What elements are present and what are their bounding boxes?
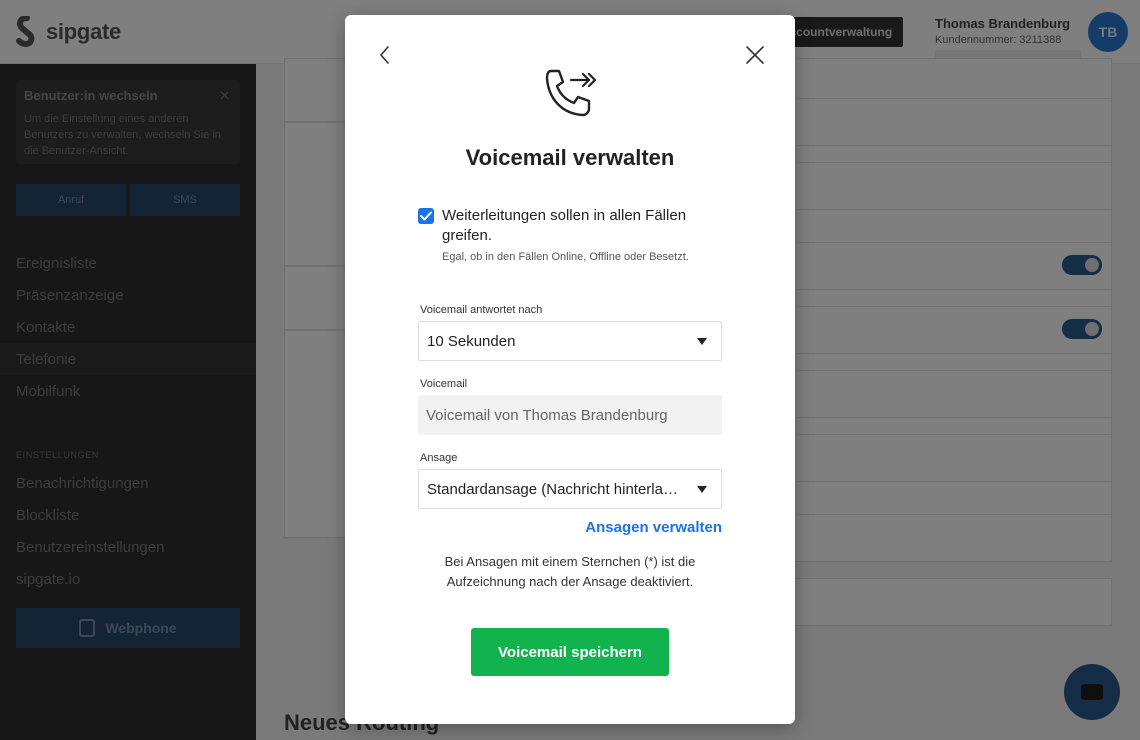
checkmark-icon: [420, 211, 432, 221]
save-voicemail-button[interactable]: Voicemail speichern: [471, 628, 669, 676]
chevron-left-icon: [380, 46, 389, 64]
phone-forward-icon: [545, 69, 597, 117]
voicemail-delay-label: Voicemail antwortet nach: [420, 304, 543, 316]
manage-announcements-link[interactable]: Ansagen verwalten: [585, 519, 722, 536]
voicemail-delay-select[interactable]: 10 Sekunden: [418, 321, 722, 361]
caret-down-icon: [697, 486, 707, 493]
voicemail-name-input[interactable]: [418, 395, 722, 435]
announcement-value: Standardansage (Nachricht hinterlassen): [427, 480, 685, 498]
voicemail-modal: Voicemail verwalten Weiterleitungen soll…: [345, 15, 795, 724]
forwarding-checkbox-sublabel: Egal, ob in den Fällen Online, Offline o…: [442, 251, 689, 263]
close-button[interactable]: [743, 43, 767, 67]
close-icon: [746, 46, 764, 64]
forwarding-checkbox-label[interactable]: Weiterleitungen sollen in allen Fällen g…: [442, 206, 728, 246]
voicemail-name-label: Voicemail: [420, 378, 468, 390]
back-button[interactable]: [373, 43, 397, 67]
announcement-select[interactable]: Standardansage (Nachricht hinterlassen): [418, 469, 722, 509]
modal-title: Voicemail verwalten: [465, 145, 675, 170]
forwarding-checkbox[interactable]: [418, 208, 434, 224]
caret-down-icon: [697, 338, 707, 345]
voicemail-delay-value: 10 Sekunden: [427, 332, 516, 350]
announcement-note: Bei Ansagen mit einem Sternchen (*) ist …: [444, 554, 696, 589]
announcement-label: Ansage: [420, 452, 458, 464]
